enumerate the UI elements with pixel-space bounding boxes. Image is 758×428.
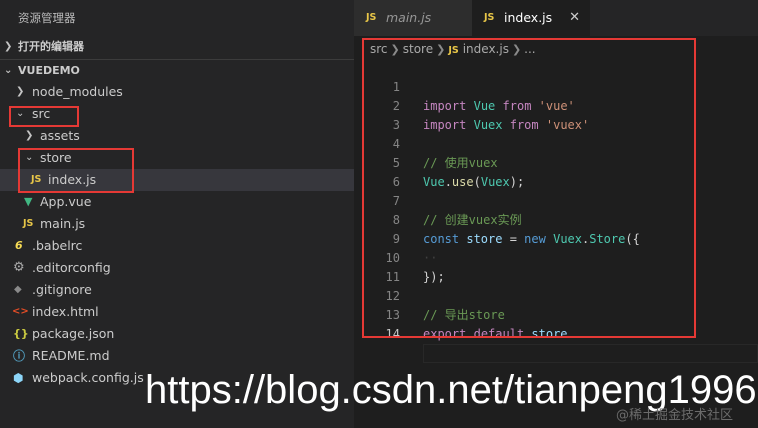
explorer-title: 资源管理器 bbox=[18, 11, 76, 25]
tree-item-index-js[interactable]: JS index.js bbox=[0, 169, 354, 191]
tab-bar: JS main.js JS index.js ✕ bbox=[354, 0, 758, 36]
js-file-icon: JS bbox=[484, 12, 495, 23]
code-line[interactable]: 9 ·· bbox=[354, 211, 758, 265]
project-label: VUEDEMO bbox=[18, 64, 80, 77]
chevron-right-icon: ❯ bbox=[25, 130, 34, 141]
tree-item-label: main.js bbox=[40, 216, 86, 231]
tab-label: index.js bbox=[504, 10, 553, 25]
code-line-current[interactable]: 14 bbox=[354, 306, 758, 363]
tree-item-label: index.html bbox=[32, 304, 99, 319]
code-line[interactable]: 1 import Vue from 'vue' bbox=[354, 59, 758, 113]
code-line[interactable]: 8 const store = new Vuex.Store({ bbox=[354, 192, 758, 246]
watermark-site: @稀土掘金技术社区 bbox=[616, 408, 734, 423]
chevron-down-icon: ⌄ bbox=[16, 108, 25, 119]
git-icon: ◆ bbox=[14, 284, 22, 295]
html-file-icon: <> bbox=[12, 306, 29, 317]
js-file-icon: JS bbox=[23, 218, 34, 229]
code-line[interactable]: 13 export default store bbox=[354, 287, 758, 341]
tree-item-babelrc[interactable]: 6 .babelrc bbox=[0, 235, 354, 257]
tree-item-label: assets bbox=[40, 128, 80, 143]
code-line[interactable]: 4 // 使用vuex bbox=[354, 116, 758, 170]
code-line[interactable]: 3 bbox=[354, 97, 758, 132]
tree-item-label: index.js bbox=[48, 172, 97, 187]
tree-item-node-modules[interactable]: ❯ node_modules bbox=[0, 81, 354, 103]
js-file-icon: JS bbox=[31, 174, 42, 185]
tree-item-label: README.md bbox=[32, 348, 110, 363]
tree-item-label: webpack.config.js bbox=[32, 370, 144, 385]
tree-item-main-js[interactable]: JS main.js bbox=[0, 213, 354, 235]
open-editors-label: 打开的编辑器 bbox=[18, 40, 84, 53]
tree-item-label: .babelrc bbox=[32, 238, 83, 253]
chevron-down-icon: ⌄ bbox=[25, 152, 34, 163]
code-line[interactable]: 10 }); bbox=[354, 230, 758, 284]
chevron-right-icon: ❯ bbox=[436, 43, 446, 56]
tree-item-assets[interactable]: ❯ assets bbox=[0, 125, 354, 147]
code-line[interactable]: 7 // 创建vuex实例 bbox=[354, 173, 758, 227]
tree-item-label: src bbox=[32, 106, 51, 121]
webpack-icon: ⬢ bbox=[13, 371, 24, 385]
code-line[interactable]: 6 bbox=[354, 154, 758, 189]
tab-main-js[interactable]: JS main.js bbox=[354, 0, 472, 36]
breadcrumb-item[interactable]: ... bbox=[524, 38, 535, 60]
js-file-icon: JS bbox=[366, 12, 377, 23]
chevron-right-icon: ❯ bbox=[390, 43, 400, 56]
tab-index-js[interactable]: JS index.js ✕ bbox=[472, 0, 590, 36]
chevron-down-icon: ⌄ bbox=[4, 65, 13, 76]
tree-item-editorconfig[interactable]: ⚙ .editorconfig bbox=[0, 257, 354, 279]
tree-item-store[interactable]: ⌄ store bbox=[0, 147, 354, 169]
code-line[interactable]: 2 import Vuex from 'vuex' bbox=[354, 78, 758, 132]
breadcrumb-item[interactable]: src bbox=[370, 38, 388, 60]
close-icon[interactable]: ✕ bbox=[569, 0, 580, 36]
line-number: 14 bbox=[385, 327, 400, 341]
chevron-right-icon: ❯ bbox=[511, 43, 522, 56]
explorer-sidebar: 资源管理器 ❯ 打开的编辑器 ⌄ VUEDEMO ❯ node_modules … bbox=[0, 0, 354, 428]
open-editors-section[interactable]: ❯ 打开的编辑器 bbox=[0, 36, 354, 58]
tree-item-label: package.json bbox=[32, 326, 115, 341]
tree-item-index-html[interactable]: <> index.html bbox=[0, 301, 354, 323]
gear-icon: ⚙ bbox=[13, 260, 25, 275]
tree-item-label: node_modules bbox=[32, 84, 123, 99]
babel-file-icon: 6 bbox=[15, 239, 23, 252]
tree-item-app-vue[interactable]: ▼ App.vue bbox=[0, 191, 354, 213]
code-line[interactable]: 12 // 导出store bbox=[354, 268, 758, 322]
tree-item-label: App.vue bbox=[40, 194, 92, 209]
tree-item-readme[interactable]: ⓘ README.md bbox=[0, 345, 354, 367]
current-line-highlight bbox=[423, 344, 758, 363]
chevron-right-icon: ❯ bbox=[4, 41, 13, 52]
tree-item-gitignore[interactable]: ◆ .gitignore bbox=[0, 279, 354, 301]
code-line[interactable]: 11 bbox=[354, 249, 758, 284]
tree-item-package-json[interactable]: {} package.json bbox=[0, 323, 354, 345]
editor-area: JS main.js JS index.js ✕ src ❯ store ❯ JS ind… bbox=[354, 0, 758, 428]
project-section[interactable]: ⌄ VUEDEMO bbox=[0, 60, 354, 82]
tree-item-label: store bbox=[40, 150, 72, 165]
tab-label: main.js bbox=[386, 10, 432, 25]
chevron-right-icon: ❯ bbox=[16, 86, 25, 97]
tree-item-label: .editorconfig bbox=[32, 260, 111, 275]
json-file-icon: {} bbox=[13, 327, 29, 340]
code-line[interactable]: 5 Vue.use(Vuex); bbox=[354, 135, 758, 189]
breadcrumb-item[interactable]: index.js bbox=[463, 38, 509, 60]
vue-file-icon: ▼ bbox=[24, 195, 33, 208]
tree-item-src[interactable]: ⌄ src bbox=[0, 103, 354, 125]
info-icon: ⓘ bbox=[13, 349, 26, 363]
breadcrumb: src ❯ store ❯ JS index.js ❯... bbox=[370, 38, 536, 60]
tree-item-label: .gitignore bbox=[32, 282, 92, 297]
breadcrumb-item[interactable]: store bbox=[403, 38, 433, 60]
